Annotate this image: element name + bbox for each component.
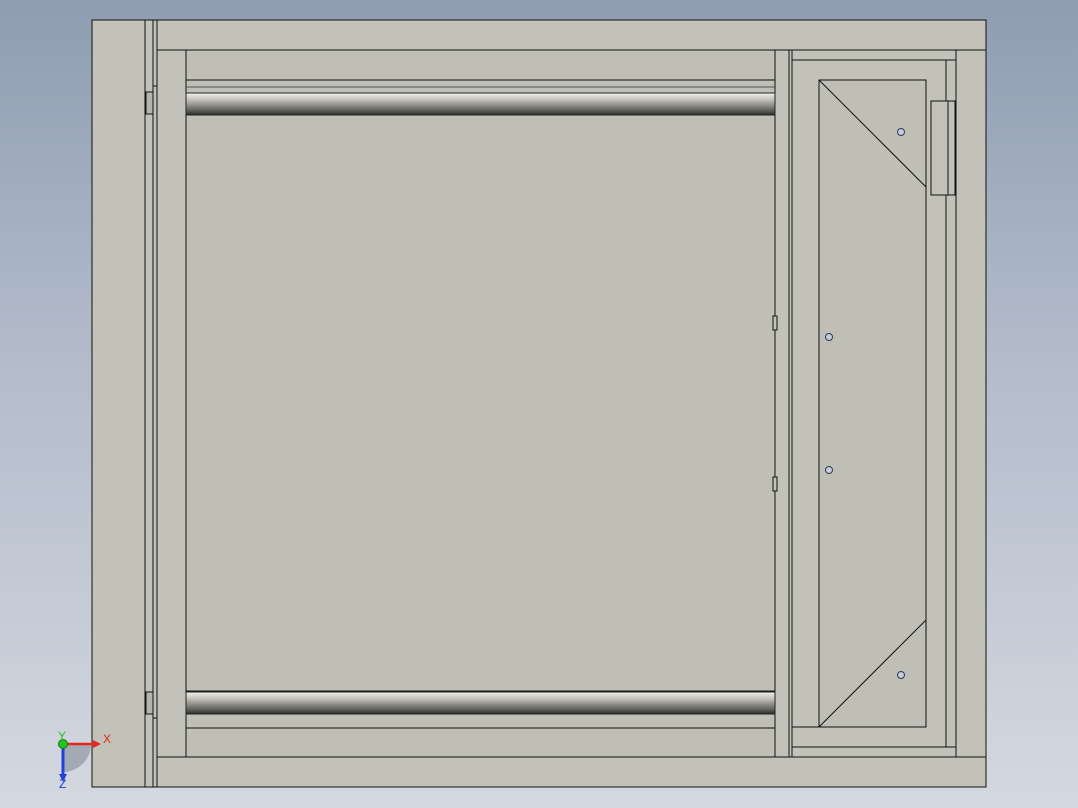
hole-top-right [897, 128, 905, 136]
bottom-roller [185, 691, 776, 715]
left-hinge-bottom [145, 691, 154, 715]
cabinet-assembly [91, 19, 987, 788]
top-roller [185, 92, 776, 116]
x-axis-label: X [103, 732, 111, 746]
hole-bottom-right [897, 671, 905, 679]
side-inner-panel [818, 79, 927, 728]
hole-mid-lower [825, 466, 833, 474]
triad-shadow [63, 744, 91, 772]
z-axis-label: Z [59, 777, 66, 791]
latch-tab-upper [772, 315, 778, 331]
drawing-canvas: X Y Z [58, 19, 987, 791]
latch-tab-lower [772, 476, 778, 492]
door-panel [185, 49, 776, 758]
y-axis-label: Y [58, 729, 66, 743]
left-hinge-top [145, 91, 154, 115]
handle-block [930, 100, 956, 196]
cad-viewport[interactable]: X Y Z [0, 0, 1078, 808]
hole-mid-upper [825, 333, 833, 341]
